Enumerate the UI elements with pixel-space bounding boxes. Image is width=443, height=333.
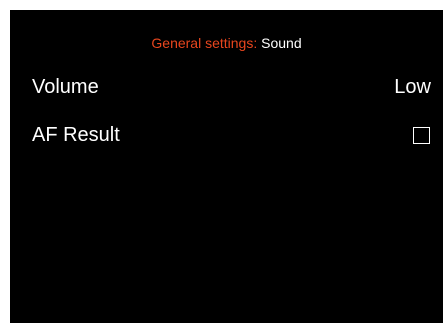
camera-settings-screen: General settings: Sound Volume Low AF Re… <box>10 10 443 323</box>
volume-label: Volume <box>32 75 99 98</box>
volume-setting-row[interactable]: Volume Low <box>32 72 431 102</box>
page-title: General settings: Sound <box>10 34 443 52</box>
af-result-label: AF Result <box>32 123 120 146</box>
volume-value[interactable]: Low <box>394 76 431 99</box>
af-result-checkbox[interactable] <box>413 126 430 144</box>
af-result-setting-row[interactable]: AF Result <box>32 120 431 150</box>
page-label: Sound <box>261 35 302 51</box>
section-label: General settings: <box>151 35 258 51</box>
